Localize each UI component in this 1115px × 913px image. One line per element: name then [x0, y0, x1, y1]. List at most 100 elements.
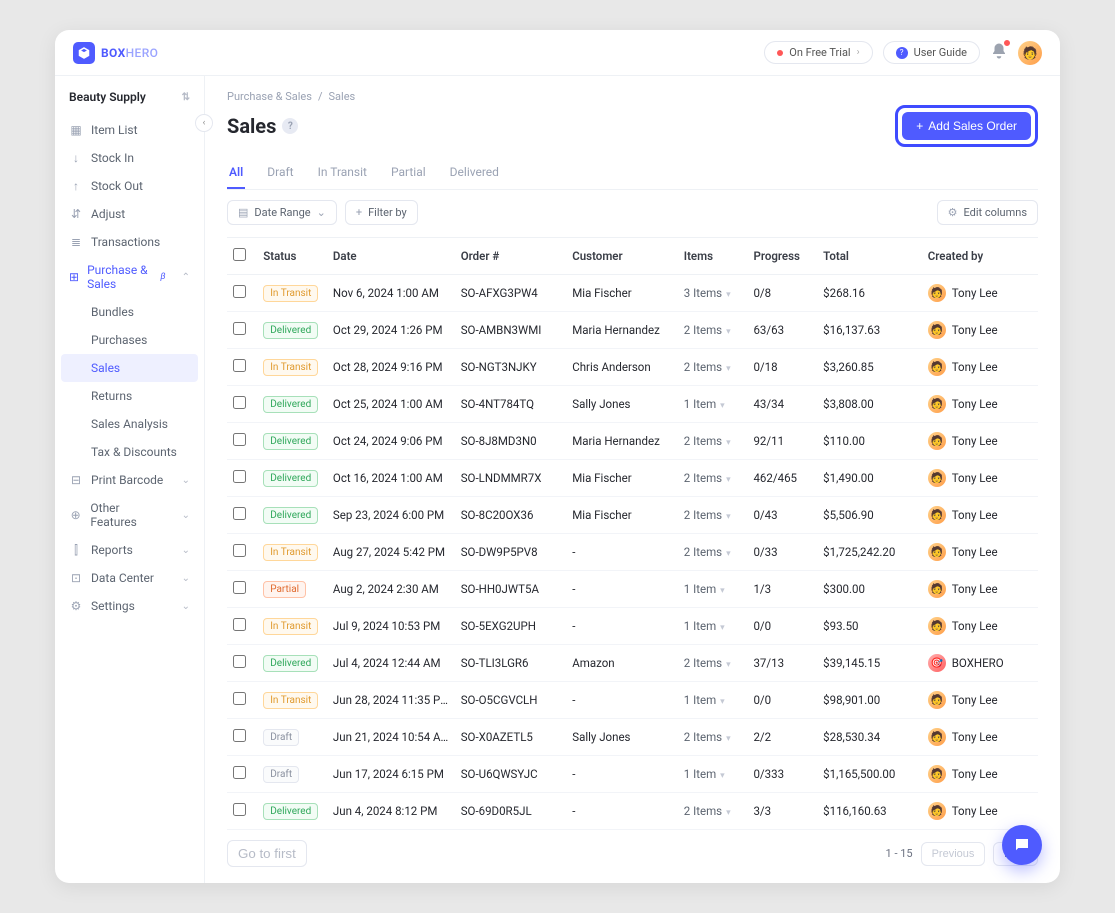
cell-items[interactable]: 2 Items▾: [678, 534, 748, 571]
header-items[interactable]: Items: [678, 238, 748, 275]
row-checkbox[interactable]: [227, 793, 257, 830]
table-row[interactable]: Draft Jun 17, 2024 6:15 PM SO-U6QWSYJC -…: [227, 756, 1038, 793]
cell-items[interactable]: 1 Item▾: [678, 386, 748, 423]
row-checkbox[interactable]: [227, 460, 257, 497]
header-customer[interactable]: Customer: [566, 238, 678, 275]
tab-draft[interactable]: Draft: [265, 157, 295, 189]
chat-fab[interactable]: [1002, 825, 1042, 865]
filter-by-button[interactable]: +Filter by: [345, 200, 418, 225]
row-checkbox[interactable]: [227, 756, 257, 793]
header-total[interactable]: Total: [817, 238, 922, 275]
breadcrumb-2[interactable]: Sales: [329, 90, 356, 103]
nav-other-features[interactable]: ⊕Other Features⌄: [55, 494, 204, 536]
cell-items[interactable]: 2 Items▾: [678, 497, 748, 534]
guide-pill[interactable]: ? User Guide: [883, 41, 980, 64]
cell-items[interactable]: 2 Items▾: [678, 349, 748, 386]
workspace-selector[interactable]: Beauty Supply ⇅: [55, 90, 204, 116]
table-row[interactable]: In Transit Jul 9, 2024 10:53 PM SO-5EXG2…: [227, 608, 1038, 645]
collapse-sidebar-button[interactable]: ‹: [195, 114, 213, 132]
row-checkbox[interactable]: [227, 275, 257, 312]
prev-button[interactable]: Previous: [921, 842, 986, 866]
cell-items[interactable]: 2 Items▾: [678, 719, 748, 756]
date-range-filter[interactable]: ▤Date Range⌄: [227, 200, 337, 225]
table-row[interactable]: In Transit Aug 27, 2024 5:42 PM SO-DW9P5…: [227, 534, 1038, 571]
table-row[interactable]: Draft Jun 21, 2024 10:54 AM SO-X0AZETL5 …: [227, 719, 1038, 756]
row-checkbox[interactable]: [227, 645, 257, 682]
row-checkbox[interactable]: [227, 682, 257, 719]
table-row[interactable]: Delivered Oct 25, 2024 1:00 AM SO-4NT784…: [227, 386, 1038, 423]
nav-reports[interactable]: ⫿Reports⌄: [55, 536, 204, 564]
header-order[interactable]: Order #: [455, 238, 567, 275]
trial-pill[interactable]: On Free Trial ›: [764, 41, 872, 64]
avatar-icon: 🧑: [928, 284, 946, 302]
cell-items[interactable]: 2 Items▾: [678, 645, 748, 682]
header-status[interactable]: Status: [257, 238, 327, 275]
nav-adjust[interactable]: ⇵Adjust: [55, 200, 204, 228]
brand[interactable]: BOXHERO: [73, 42, 158, 64]
nav-tax-discounts[interactable]: Tax & Discounts: [55, 438, 204, 466]
row-checkbox[interactable]: [227, 349, 257, 386]
nav-stock-in[interactable]: ↓Stock In: [55, 144, 204, 172]
nav-settings[interactable]: ⚙Settings⌄: [55, 592, 204, 620]
cell-items[interactable]: 1 Item▾: [678, 756, 748, 793]
user-avatar[interactable]: 🧑: [1018, 41, 1042, 65]
tab-all[interactable]: All: [227, 157, 245, 189]
cell-items[interactable]: 2 Items▾: [678, 312, 748, 349]
table-row[interactable]: Delivered Oct 16, 2024 1:00 AM SO-LNDMMR…: [227, 460, 1038, 497]
header-created-by[interactable]: Created by: [922, 238, 1038, 275]
cell-items[interactable]: 2 Items▾: [678, 793, 748, 830]
row-checkbox[interactable]: [227, 608, 257, 645]
table-row[interactable]: In Transit Jun 28, 2024 11:35 PM SO-O5CG…: [227, 682, 1038, 719]
nav-purchases[interactable]: Purchases: [55, 326, 204, 354]
notifications-button[interactable]: [990, 42, 1008, 64]
nav-data-center[interactable]: ⊡Data Center⌄: [55, 564, 204, 592]
table-row[interactable]: Delivered Oct 24, 2024 9:06 PM SO-8J8MD3…: [227, 423, 1038, 460]
help-icon[interactable]: ?: [282, 118, 298, 134]
table-row[interactable]: Delivered Sep 23, 2024 6:00 PM SO-8C20OX…: [227, 497, 1038, 534]
table-row[interactable]: Partial Aug 2, 2024 2:30 AM SO-HH0JWT5A …: [227, 571, 1038, 608]
row-checkbox[interactable]: [227, 534, 257, 571]
tab-partial[interactable]: Partial: [389, 157, 428, 189]
cell-items[interactable]: 1 Item▾: [678, 608, 748, 645]
workspace-name: Beauty Supply: [69, 90, 146, 104]
add-sales-order-button[interactable]: +Add Sales Order: [902, 112, 1031, 140]
row-checkbox[interactable]: [227, 386, 257, 423]
table-row[interactable]: Delivered Oct 29, 2024 1:26 PM SO-AMBN3W…: [227, 312, 1038, 349]
cell-items[interactable]: 3 Items▾: [678, 275, 748, 312]
nav-bundles[interactable]: Bundles: [55, 298, 204, 326]
cell-items[interactable]: 1 Item▾: [678, 682, 748, 719]
table-row[interactable]: Delivered Jul 4, 2024 12:44 AM SO-TLI3LG…: [227, 645, 1038, 682]
cell-created-by: 🧑Tony Lee: [922, 497, 1038, 534]
table-row[interactable]: In Transit Nov 6, 2024 1:00 AM SO-AFXG3P…: [227, 275, 1038, 312]
tab-delivered[interactable]: Delivered: [448, 157, 501, 189]
nav-transactions[interactable]: ≣Transactions: [55, 228, 204, 256]
row-checkbox[interactable]: [227, 423, 257, 460]
header-date[interactable]: Date: [327, 238, 455, 275]
nav-stock-out[interactable]: ↑Stock Out: [55, 172, 204, 200]
cell-created-by: 🧑Tony Lee: [922, 460, 1038, 497]
cell-items[interactable]: 2 Items▾: [678, 423, 748, 460]
row-checkbox[interactable]: [227, 571, 257, 608]
cell-total: $110.00: [817, 423, 922, 460]
nav-sales-analysis[interactable]: Sales Analysis: [55, 410, 204, 438]
table-row[interactable]: Delivered Jun 4, 2024 8:12 PM SO-69D0R5J…: [227, 793, 1038, 830]
table-row[interactable]: In Transit Oct 28, 2024 9:16 PM SO-NGT3N…: [227, 349, 1038, 386]
nav-purchase-sales[interactable]: ⊞Purchase & Salesβ⌃: [55, 256, 204, 298]
nav-item-list[interactable]: ▦Item List: [55, 116, 204, 144]
cell-items[interactable]: 2 Items▾: [678, 460, 748, 497]
row-checkbox[interactable]: [227, 719, 257, 756]
header-checkbox[interactable]: [227, 238, 257, 275]
nav-print-barcode[interactable]: ⊟Print Barcode⌄: [55, 466, 204, 494]
row-checkbox[interactable]: [227, 497, 257, 534]
tab-in-transit[interactable]: In Transit: [316, 157, 369, 189]
header-progress[interactable]: Progress: [747, 238, 817, 275]
cell-created-by: 🧑Tony Lee: [922, 386, 1038, 423]
row-checkbox[interactable]: [227, 312, 257, 349]
go-first-button[interactable]: Go to first: [227, 840, 307, 867]
nav-sales[interactable]: Sales: [61, 354, 198, 382]
status-badge: Delivered: [263, 803, 318, 820]
edit-columns-button[interactable]: ⚙Edit columns: [937, 200, 1038, 225]
cell-items[interactable]: 1 Item▾: [678, 571, 748, 608]
breadcrumb-1[interactable]: Purchase & Sales: [227, 90, 312, 103]
nav-returns[interactable]: Returns: [55, 382, 204, 410]
